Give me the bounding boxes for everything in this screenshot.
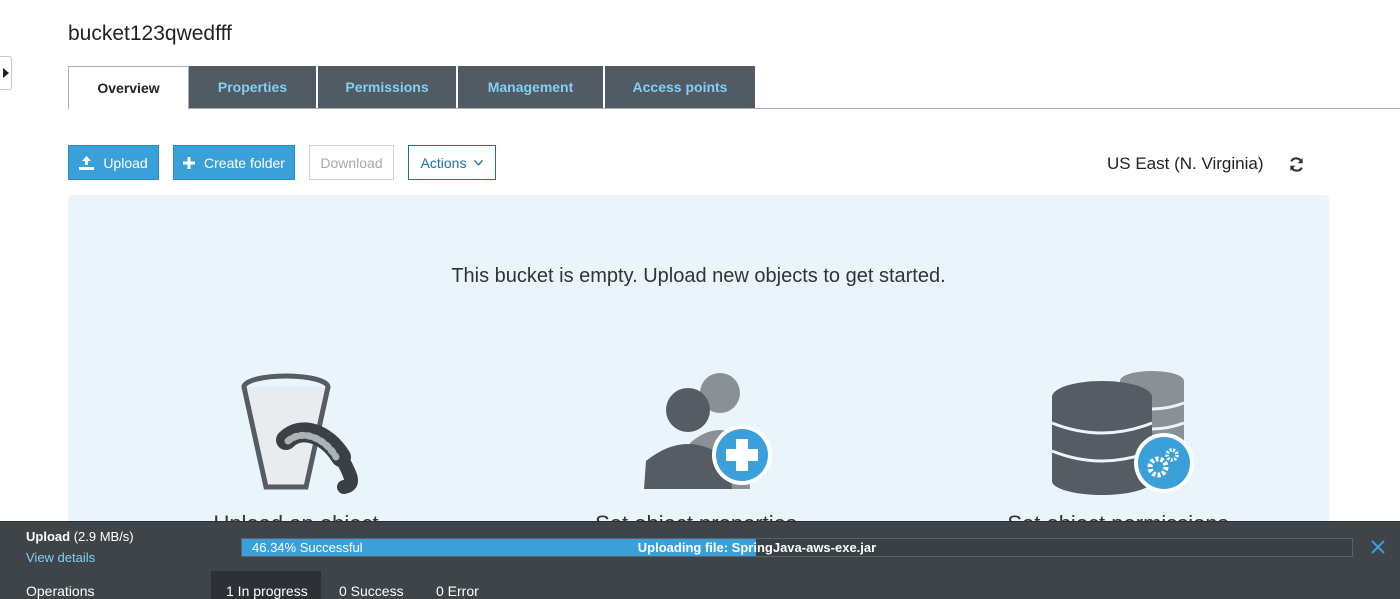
empty-bucket-message: This bucket is empty. Upload new objects…: [451, 265, 946, 287]
actions-dropdown-label: Actions: [420, 154, 467, 171]
upload-file-text: Uploading file: SpringJava-aws-exe.jar: [637, 540, 877, 555]
tab-overview[interactable]: Overview: [68, 66, 189, 109]
tab-divider: [189, 108, 1400, 109]
operations-bar: Operations 1 In progress 0 Success 0 Err…: [0, 571, 1400, 599]
bucket-title: bucket123qwedfff: [68, 22, 232, 45]
ops-tab-error[interactable]: 0 Error: [436, 571, 479, 599]
tab-permissions[interactable]: Permissions: [318, 66, 458, 108]
empty-bucket-panel: This bucket is empty. Upload new objects…: [68, 195, 1329, 537]
upload-status-title: Upload (2.9 MB/s): [26, 529, 134, 544]
region-label: US East (N. Virginia): [1107, 154, 1264, 173]
upload-button[interactable]: Upload: [68, 145, 159, 180]
chevron-down-icon: [474, 159, 484, 166]
feature-set-properties: Set object properties: [546, 365, 846, 537]
close-icon[interactable]: [1370, 539, 1386, 555]
create-folder-button[interactable]: Create folder: [173, 145, 295, 180]
feature-upload-object: Upload an object: [146, 365, 446, 537]
s3-bucket-page: bucket123qwedfff Overview Properties Per…: [0, 0, 1400, 599]
view-details-link[interactable]: View details: [26, 550, 95, 565]
upload-progress-bar: 46.34% Successful Uploading file: Spring…: [241, 538, 1353, 557]
operations-label: Operations: [26, 583, 95, 599]
database-settings-icon: [1051, 371, 1194, 495]
tab-access-points[interactable]: Access points: [605, 66, 755, 108]
upload-status-bar: Upload (2.9 MB/s) View details 46.34% Su…: [0, 521, 1400, 571]
tab-properties[interactable]: Properties: [189, 66, 318, 108]
bucket-icon: [241, 373, 358, 494]
upload-speed: (2.9 MB/s): [73, 529, 134, 544]
upload-icon: [79, 155, 95, 170]
ops-tab-success[interactable]: 0 Success: [339, 571, 404, 599]
tab-bar: Overview Properties Permissions Manageme…: [68, 66, 755, 109]
upload-button-label: Upload: [103, 154, 148, 171]
refresh-icon[interactable]: [1288, 156, 1305, 173]
tab-management[interactable]: Management: [458, 66, 605, 108]
users-add-icon: [644, 373, 772, 489]
actions-dropdown[interactable]: Actions: [408, 145, 496, 180]
sidebar-toggle[interactable]: [0, 56, 12, 90]
create-folder-button-label: Create folder: [204, 154, 285, 171]
upload-title-label: Upload: [26, 529, 71, 544]
plus-icon: [183, 156, 196, 169]
feature-set-permissions: Set object permissions: [968, 365, 1268, 537]
download-button[interactable]: Download: [309, 145, 394, 180]
caret-right-icon: [2, 68, 9, 78]
ops-tab-in-progress[interactable]: 1 In progress: [211, 571, 321, 599]
